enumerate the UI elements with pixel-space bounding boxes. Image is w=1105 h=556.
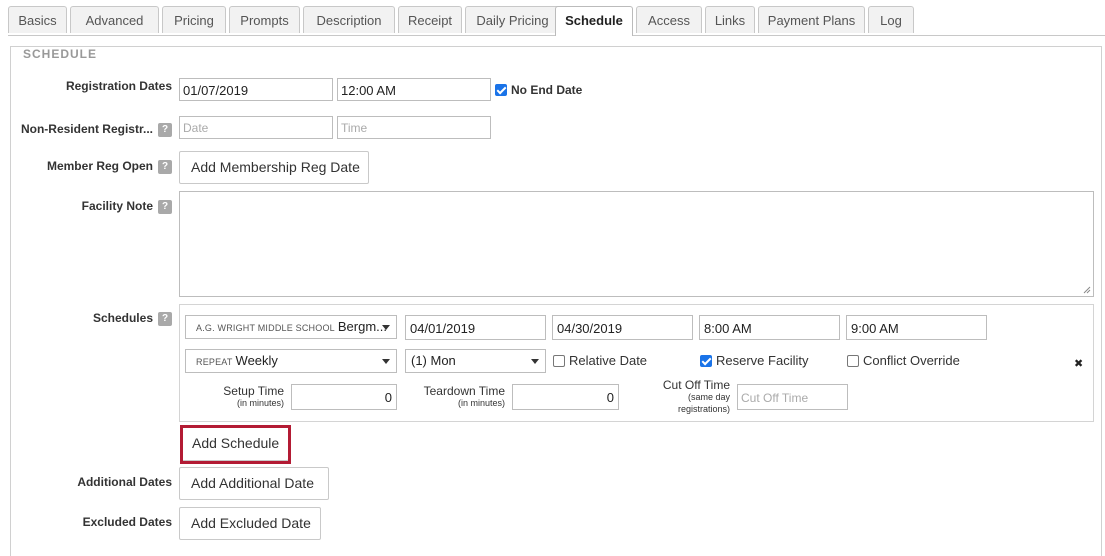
cut-off-time-label-text: Cut Off Time xyxy=(662,378,730,392)
teardown-time-label: Teardown Time (in minutes) xyxy=(408,385,505,409)
reserve-facility-label: Reserve Facility xyxy=(716,353,809,368)
setup-time-label: Setup Time (in minutes) xyxy=(200,385,284,409)
teardown-time-input[interactable]: 0 xyxy=(512,384,619,410)
facility-note-textarea[interactable] xyxy=(179,191,1094,297)
non-resident-date-input[interactable]: Date xyxy=(179,116,333,139)
tab-basics[interactable]: Basics xyxy=(8,6,67,33)
no-end-date-checkbox[interactable]: No End Date xyxy=(495,83,582,97)
cut-off-time-label: Cut Off Time (same day registrations) xyxy=(640,379,730,415)
add-additional-date-button[interactable]: Add Additional Date xyxy=(179,467,329,500)
relative-date-checkbox[interactable]: Relative Date xyxy=(553,353,647,368)
help-icon[interactable]: ? xyxy=(158,311,172,326)
cut-off-time-input[interactable]: Cut Off Time xyxy=(737,384,848,410)
tab-links[interactable]: Links xyxy=(705,6,755,33)
non-resident-label-text: Non-Resident Registr... xyxy=(20,122,153,136)
schedule-section xyxy=(10,46,1102,556)
repeat-prefix: REPEAT xyxy=(196,357,233,367)
help-icon[interactable]: ? xyxy=(158,159,172,174)
day-value: (1) Mon xyxy=(411,353,456,368)
facility-value: Bergm... xyxy=(337,319,387,334)
checkbox-unchecked-icon xyxy=(553,354,565,367)
relative-date-label: Relative Date xyxy=(569,353,648,368)
tab-log[interactable]: Log xyxy=(868,6,914,33)
tab-payment-plans[interactable]: Payment Plans xyxy=(758,6,865,33)
registration-date-input[interactable]: 01/07/2019 xyxy=(179,78,333,101)
setup-time-sublabel: (in minutes) xyxy=(236,398,284,408)
tab-prompts[interactable]: Prompts xyxy=(229,6,300,33)
registration-time-input[interactable]: 12:00 AM xyxy=(337,78,491,101)
add-excluded-date-button[interactable]: Add Excluded Date xyxy=(179,507,321,540)
day-select[interactable]: (1) Mon xyxy=(405,349,546,373)
registration-dates-label: Registration Dates xyxy=(65,79,172,93)
setup-time-label-text: Setup Time xyxy=(223,384,284,398)
conflict-override-label: Conflict Override xyxy=(863,353,960,368)
tab-description[interactable]: Description xyxy=(303,6,395,33)
checkbox-checked-icon xyxy=(495,84,507,96)
chevron-down-icon xyxy=(382,325,390,330)
schedule-end-time-input[interactable]: 9:00 AM xyxy=(846,315,987,340)
no-end-date-label: No End Date xyxy=(511,83,583,97)
schedule-start-date-input[interactable]: 04/01/2019 xyxy=(405,315,546,340)
section-title: SCHEDULE xyxy=(20,47,101,61)
checkbox-unchecked-icon xyxy=(847,354,859,367)
teardown-time-label-text: Teardown Time xyxy=(423,384,505,398)
tab-advanced[interactable]: Advanced xyxy=(70,6,159,33)
tab-daily-pricing[interactable]: Daily Pricing xyxy=(465,6,560,33)
help-icon[interactable]: ? xyxy=(158,199,172,214)
setup-time-input[interactable]: 0 xyxy=(291,384,397,410)
member-reg-open-label: Member Reg Open? xyxy=(20,159,172,174)
facility-prefix: A.G. WRIGHT MIDDLE SCHOOL xyxy=(196,323,335,333)
highlight-box xyxy=(180,425,291,464)
schedules-label: Schedules? xyxy=(20,311,172,326)
schedules-label-text: Schedules xyxy=(92,311,153,325)
checkbox-checked-icon xyxy=(700,354,712,367)
tab-receipt[interactable]: Receipt xyxy=(398,6,462,33)
facility-note-label: Facility Note? xyxy=(20,199,172,214)
conflict-override-checkbox[interactable]: Conflict Override xyxy=(847,353,960,368)
tab-pricing[interactable]: Pricing xyxy=(162,6,226,33)
tab-bar: Basics Advanced Pricing Prompts Descript… xyxy=(8,6,1105,36)
facility-note-label-text: Facility Note xyxy=(81,199,153,213)
reserve-facility-checkbox[interactable]: Reserve Facility xyxy=(700,353,808,368)
member-reg-open-label-text: Member Reg Open xyxy=(46,159,153,173)
non-resident-time-input[interactable]: Time xyxy=(337,116,491,139)
repeat-value: Weekly xyxy=(235,353,278,368)
cut-off-time-sublabel-1: (same day xyxy=(687,392,730,402)
remove-schedule-icon[interactable]: ✖ xyxy=(1074,357,1083,370)
repeat-select[interactable]: REPEAT Weekly xyxy=(185,349,397,373)
help-icon[interactable]: ? xyxy=(158,122,172,137)
tab-schedule[interactable]: Schedule xyxy=(555,6,633,36)
tab-access[interactable]: Access xyxy=(636,6,702,33)
facility-select[interactable]: A.G. WRIGHT MIDDLE SCHOOL Bergm... xyxy=(185,315,397,339)
chevron-down-icon xyxy=(531,359,539,364)
non-resident-label: Non-Resident Registr...? xyxy=(14,122,172,137)
cut-off-time-sublabel-2: registrations) xyxy=(677,404,730,414)
teardown-time-sublabel: (in minutes) xyxy=(457,398,505,408)
excluded-dates-label: Excluded Dates xyxy=(82,515,172,529)
add-membership-reg-date-button[interactable]: Add Membership Reg Date xyxy=(179,151,369,184)
chevron-down-icon xyxy=(382,359,390,364)
additional-dates-label: Additional Dates xyxy=(77,475,172,489)
schedule-start-time-input[interactable]: 8:00 AM xyxy=(699,315,840,340)
resize-grip-icon[interactable] xyxy=(1083,286,1091,294)
schedule-end-date-input[interactable]: 04/30/2019 xyxy=(552,315,693,340)
